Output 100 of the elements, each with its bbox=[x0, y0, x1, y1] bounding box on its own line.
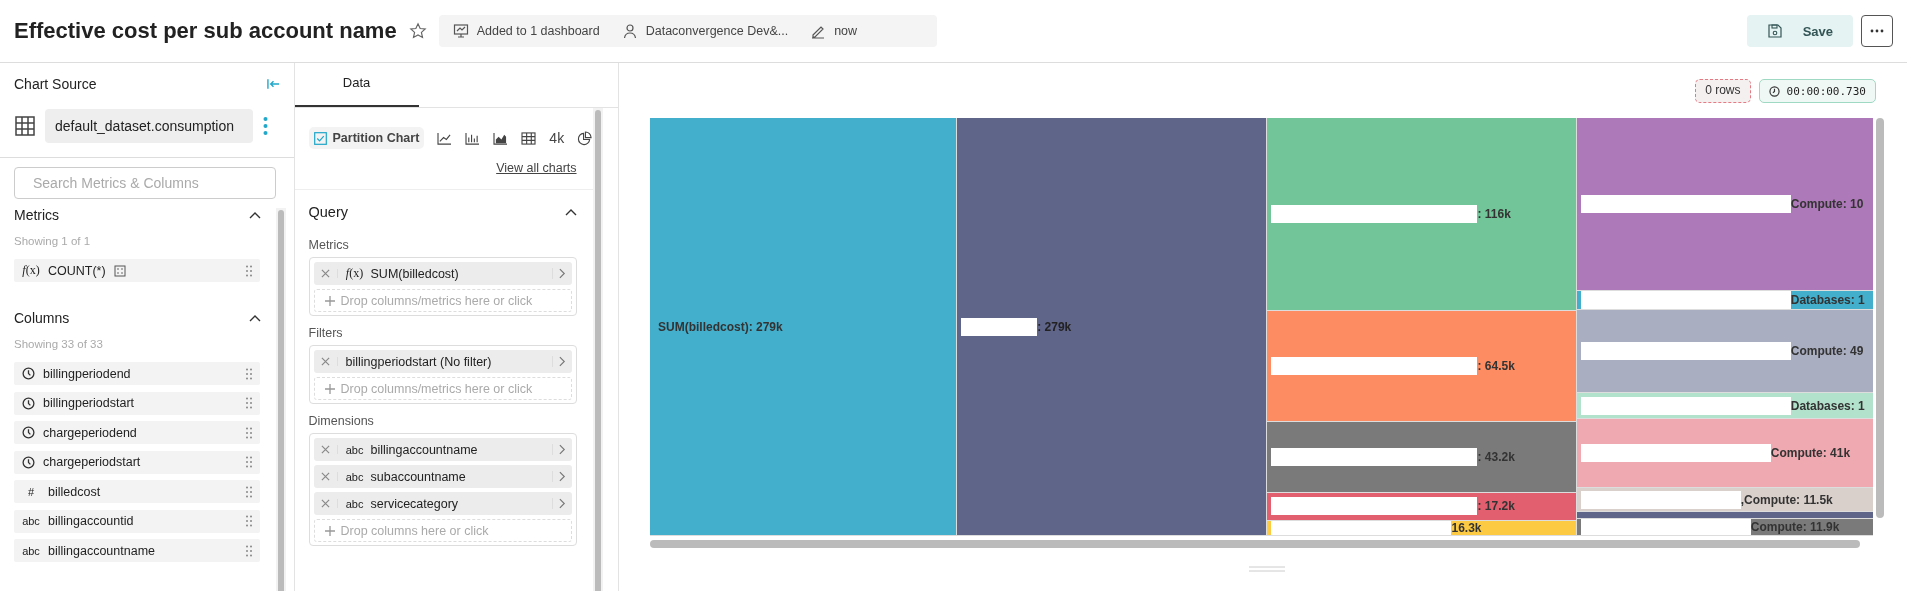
clock-icon bbox=[22, 426, 35, 439]
info-text: Added to 1 dashboard bbox=[476, 24, 600, 38]
field-item[interactable]: f(x) COUNT(*) bbox=[14, 259, 260, 282]
type-tag: abc bbox=[22, 544, 40, 557]
block-label: Databases: 1 bbox=[1790, 292, 1865, 307]
query-time-badge: 00:00:00.730 bbox=[1758, 79, 1876, 103]
info-text: Dataconvergence Dev&... bbox=[645, 24, 789, 38]
type-tag: abc bbox=[345, 443, 364, 456]
partition-block[interactable] bbox=[1576, 512, 1873, 519]
scrollbar[interactable] bbox=[1876, 118, 1884, 518]
chevron-icon[interactable] bbox=[249, 211, 261, 219]
block-label: : 17.2k bbox=[1477, 499, 1515, 514]
field-item[interactable]: billingperiodend bbox=[14, 362, 260, 385]
drag-handle-icon[interactable] bbox=[246, 456, 252, 468]
scrollbar[interactable] bbox=[276, 208, 286, 591]
chart-type-chip[interactable]: Partition Chart bbox=[308, 127, 425, 149]
block-label: : 279k bbox=[1037, 319, 1072, 334]
drag-handle-icon[interactable] bbox=[246, 397, 252, 409]
bar-chart-icon[interactable] bbox=[465, 131, 481, 145]
field-label: Filters bbox=[308, 326, 344, 340]
query-item[interactable]: abc billingaccountname bbox=[313, 438, 572, 461]
query-item[interactable]: f(x) SUM(billedcost) bbox=[313, 262, 572, 285]
block-label: SUM(billedcost): 279k bbox=[658, 319, 783, 334]
partition-block[interactable]: Databases: 1 bbox=[1576, 393, 1873, 420]
area-chart-icon[interactable] bbox=[493, 131, 509, 145]
section-title: Columns bbox=[14, 310, 70, 326]
presentation-board-icon bbox=[452, 23, 469, 39]
dataset-name[interactable]: default_dataset.consumption bbox=[45, 109, 253, 143]
partition-block[interactable]: SUM(billedcost): 279k bbox=[650, 118, 957, 536]
block-label: Compute: 49 bbox=[1790, 343, 1864, 358]
type-tag: abc bbox=[345, 497, 364, 510]
more-menu-button[interactable] bbox=[1861, 15, 1893, 47]
clock-icon bbox=[22, 455, 35, 469]
tab[interactable]: Data bbox=[294, 63, 419, 107]
plus-icon bbox=[324, 525, 335, 536]
section-title: Metrics bbox=[14, 207, 60, 223]
chevron-icon[interactable] bbox=[249, 314, 261, 322]
grid-small-icon bbox=[113, 264, 126, 277]
vertical-dots-icon[interactable] bbox=[263, 117, 268, 135]
block-label: Compute: 41k bbox=[1770, 446, 1851, 461]
save-button[interactable]: Save bbox=[1746, 15, 1853, 47]
drag-handle-icon[interactable] bbox=[246, 367, 252, 380]
info-text: now bbox=[834, 24, 858, 38]
field-label: Dimensions bbox=[308, 414, 375, 428]
partition-block[interactable]: Compute: 49 bbox=[1576, 309, 1873, 394]
type-tag: f(x) bbox=[345, 266, 364, 281]
drag-handle-icon[interactable] bbox=[246, 485, 252, 498]
field-label: Metrics bbox=[308, 238, 350, 252]
block-label: : 116k bbox=[1477, 206, 1511, 221]
partition-block[interactable]: ,Compute: 11.5k bbox=[1576, 488, 1873, 513]
query-item[interactable]: abc subaccountname bbox=[313, 465, 572, 488]
drag-handle-icon[interactable] bbox=[246, 544, 252, 557]
field-item[interactable]: abc billingaccountid bbox=[14, 509, 260, 533]
type-tag: abc bbox=[22, 515, 40, 527]
field-item[interactable]: abc billingaccountname bbox=[14, 539, 260, 562]
section-title: Query bbox=[308, 204, 349, 220]
plus-icon bbox=[324, 295, 335, 306]
drag-handle-icon[interactable] bbox=[246, 426, 252, 439]
more-icon bbox=[1870, 29, 1884, 33]
star-icon[interactable] bbox=[408, 22, 427, 40]
line-chart-icon[interactable] bbox=[437, 131, 453, 145]
resize-handle-icon[interactable] bbox=[1249, 566, 1285, 572]
partition-block[interactable]: : 17.2k bbox=[1267, 492, 1576, 521]
user-icon bbox=[621, 23, 638, 39]
row-count-badge: 0 rows bbox=[1695, 79, 1751, 103]
field-item[interactable]: chargeperiodend bbox=[14, 421, 260, 444]
block-label: Compute: 11.9k bbox=[1750, 520, 1840, 534]
block-label: ,Compute: 11.5k bbox=[1740, 492, 1833, 507]
checkbox-icon bbox=[313, 131, 327, 145]
type-tag: # bbox=[22, 485, 40, 498]
chip-label: Partition Chart bbox=[332, 131, 420, 145]
drag-handle-icon[interactable] bbox=[246, 515, 252, 527]
plus-icon bbox=[324, 383, 335, 394]
partition-block[interactable]: : 64.5k bbox=[1267, 310, 1576, 423]
partition-block[interactable]: Compute: 10 bbox=[1576, 118, 1873, 291]
table-icon[interactable] bbox=[521, 131, 537, 145]
block-label: Databases: 1 bbox=[1790, 398, 1865, 413]
block-label: : 64.5k bbox=[1477, 359, 1515, 374]
clock-icon bbox=[22, 396, 35, 410]
drag-handle-icon[interactable] bbox=[246, 264, 252, 277]
pie-chart-icon[interactable] bbox=[577, 130, 593, 146]
block-label: : 43.2k bbox=[1477, 450, 1515, 465]
clock-icon bbox=[1768, 85, 1780, 97]
collapse-panel-icon[interactable] bbox=[266, 78, 280, 90]
chevron-icon[interactable] bbox=[564, 208, 577, 216]
partition-block[interactable]: : 116k bbox=[1267, 118, 1576, 311]
query-item[interactable]: billingperiodstart (No filter) bbox=[313, 350, 572, 373]
block-label: 16.3k bbox=[1451, 520, 1482, 535]
partition-block[interactable]: Compute: 41k bbox=[1576, 419, 1873, 489]
query-item[interactable]: abc servicecategory bbox=[313, 492, 572, 515]
clock-icon bbox=[22, 367, 35, 380]
view-all-charts-link[interactable]: View all charts bbox=[496, 161, 577, 175]
field-item[interactable]: chargeperiodstart bbox=[14, 450, 260, 474]
big-number-chart-button[interactable]: 4k bbox=[549, 130, 565, 146]
field-item[interactable]: billingperiodstart bbox=[14, 391, 260, 415]
scrollbar[interactable] bbox=[592, 108, 603, 591]
scrollbar[interactable] bbox=[650, 540, 1860, 548]
table-grid-icon bbox=[15, 116, 35, 136]
search-field[interactable]: Search Metrics & Columns bbox=[14, 167, 276, 199]
field-item[interactable]: # billedcost bbox=[14, 480, 260, 503]
